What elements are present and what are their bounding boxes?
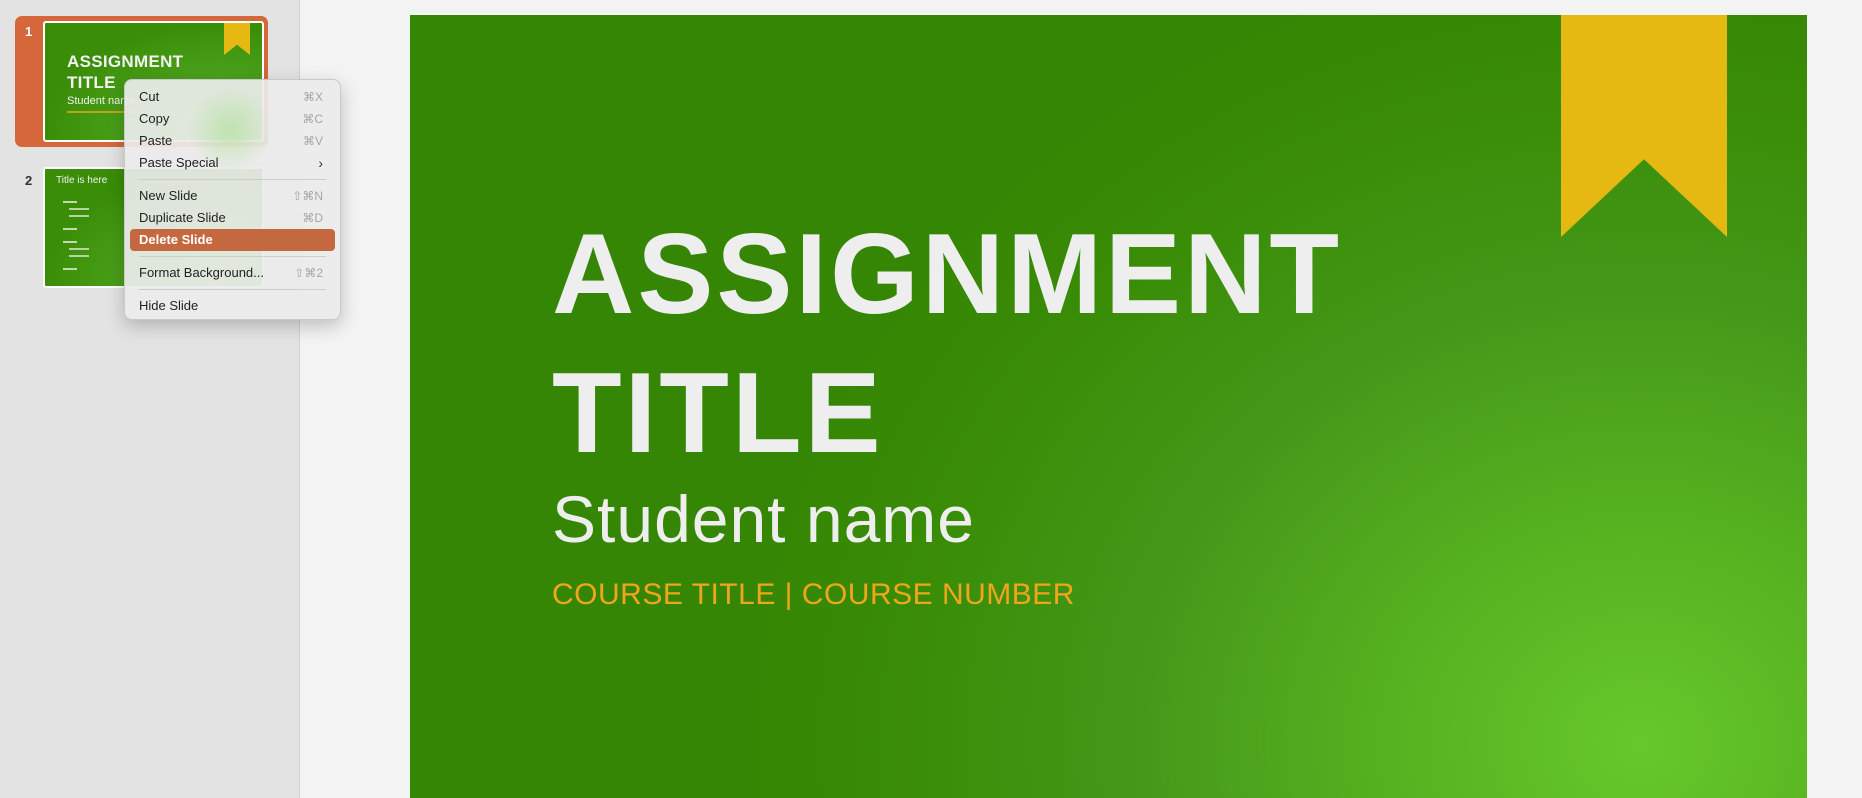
menu-item-format-background[interactable]: Format Background... ⇧⌘2	[130, 262, 335, 284]
bookmark-ribbon-icon	[224, 23, 250, 55]
menu-item-shortcut: ⇧⌘2	[294, 266, 323, 280]
slide-number: 2	[25, 173, 33, 188]
menu-item-label: Copy	[139, 111, 170, 126]
menu-item-label: Delete Slide	[139, 232, 213, 247]
menu-item-shortcut: ⌘V	[302, 134, 323, 148]
menu-item-shortcut: ⌘X	[302, 90, 323, 104]
menu-item-shortcut: ⌘C	[302, 112, 323, 126]
menu-separator	[139, 256, 326, 257]
thumbnail-bullets	[63, 201, 89, 275]
chevron-right-icon: ›	[318, 155, 323, 171]
menu-item-new-slide[interactable]: New Slide ⇧⌘N	[130, 185, 335, 207]
menu-item-hide-slide[interactable]: Hide Slide	[130, 295, 335, 317]
student-name[interactable]: Student name	[552, 482, 975, 556]
menu-item-copy[interactable]: Copy ⌘C	[130, 108, 335, 130]
menu-item-label: New Slide	[139, 188, 198, 203]
course-info[interactable]: COURSE TITLE | COURSE NUMBER	[552, 577, 1075, 613]
menu-item-label: Paste Special	[139, 155, 219, 170]
menu-item-label: Paste	[139, 133, 173, 148]
menu-item-duplicate-slide[interactable]: Duplicate Slide ⌘D	[130, 207, 335, 229]
menu-item-cut[interactable]: Cut ⌘X	[130, 86, 335, 108]
slide-canvas[interactable]: ASSIGNMENT TITLE Student name COURSE TIT…	[410, 15, 1807, 798]
menu-item-paste[interactable]: Paste ⌘V	[130, 130, 335, 152]
slide-title[interactable]: ASSIGNMENT TITLE	[552, 205, 1452, 483]
menu-item-label: Hide Slide	[139, 298, 199, 313]
context-menu: Cut ⌘X Copy ⌘C Paste ⌘V Paste Special › …	[124, 79, 341, 320]
menu-separator	[139, 179, 326, 180]
menu-item-label: Duplicate Slide	[139, 210, 226, 225]
menu-item-shortcut: ⇧⌘N	[292, 189, 323, 203]
slide-title-line-1: ASSIGNMENT	[552, 211, 1343, 338]
menu-item-paste-special[interactable]: Paste Special ›	[130, 152, 335, 174]
menu-item-label: Format Background...	[139, 265, 264, 280]
thumbnail-title: Title is here	[56, 175, 108, 186]
menu-separator	[139, 289, 326, 290]
menu-item-label: Cut	[139, 89, 160, 104]
presentation-app: 1 ASSIGNMENT TITLE Student name 2 Title …	[0, 0, 1862, 798]
bookmark-ribbon-icon	[1561, 15, 1727, 237]
menu-item-delete-slide[interactable]: Delete Slide	[130, 229, 335, 251]
slide-number: 1	[25, 24, 33, 39]
menu-item-shortcut: ⌘D	[302, 211, 323, 225]
slide-title-line-2: TITLE	[552, 350, 884, 477]
